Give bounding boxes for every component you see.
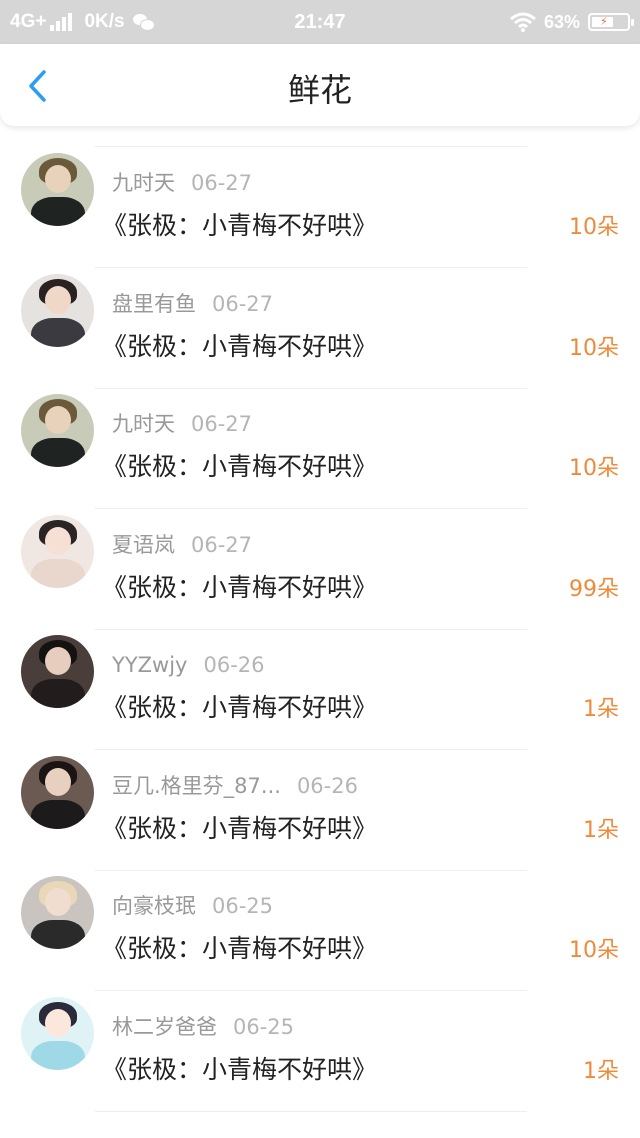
list-item[interactable]: 林二岁爸爸 06-25 《张极：小青梅不好哄》 1朵: [0, 970, 640, 1112]
flower-count: 10朵: [569, 938, 619, 963]
date-label: 06-27: [191, 171, 253, 195]
list-item[interactable]: 豆几.格里芬_87... 06-26 《张极：小青梅不好哄》 1朵: [0, 729, 640, 871]
username[interactable]: 向豪枝珉: [112, 894, 196, 918]
flower-count: 10朵: [569, 335, 619, 361]
user-line: YYZwjy 06-26: [112, 652, 265, 678]
username[interactable]: 夏语岚: [112, 533, 175, 557]
username[interactable]: 林二岁爸爸: [112, 1015, 217, 1039]
date-label: 06-26: [203, 653, 265, 677]
list-item[interactable]: 夏语岚 06-27 《张极：小青梅不好哄》 99朵: [0, 488, 640, 630]
date-label: 06-25: [233, 1014, 295, 1039]
avatar[interactable]: [21, 153, 94, 226]
book-title[interactable]: 《张极：小青梅不好哄》: [102, 934, 377, 964]
list-item[interactable]: YYZwjy 06-26 《张极：小青梅不好哄》 1朵: [0, 608, 640, 750]
flower-count: 1朵: [583, 1058, 619, 1084]
divider: [95, 1110, 527, 1112]
book-title[interactable]: 《张极：小青梅不好哄》: [102, 332, 377, 362]
user-line: 盘里有鱼 06-27: [112, 291, 273, 317]
book-title[interactable]: 《张极：小青梅不好哄》: [102, 452, 377, 482]
wifi-icon: [510, 12, 536, 32]
battery-icon: ⚡: [588, 13, 634, 31]
date-label: 06-26: [296, 773, 358, 798]
book-title[interactable]: 《张极：小青梅不好哄》: [102, 1055, 377, 1085]
book-title[interactable]: 《张极：小青梅不好哄》: [102, 573, 377, 603]
date-label: 06-27: [191, 412, 253, 436]
nav-bar: 鲜花: [0, 44, 640, 126]
avatar[interactable]: [21, 394, 94, 467]
username[interactable]: 豆几.格里芬_87...: [112, 774, 281, 798]
user-line: 夏语岚 06-27: [112, 532, 252, 558]
list-item[interactable]: 九时天 06-27 《张极：小青梅不好哄》 10朵: [0, 126, 640, 268]
avatar[interactable]: [21, 273, 94, 347]
book-title[interactable]: 《张极：小青梅不好哄》: [102, 693, 377, 723]
avatar[interactable]: [21, 876, 94, 949]
user-line: 向豪枝珉 06-25: [112, 893, 273, 919]
avatar[interactable]: [21, 514, 94, 588]
user-line: 豆几.格里芬_87... 06-26: [112, 773, 358, 799]
username[interactable]: 九时天: [112, 412, 175, 436]
user-line: 九时天 06-27: [112, 170, 252, 196]
avatar[interactable]: [21, 996, 94, 1070]
status-right: 63% ⚡: [510, 0, 634, 44]
flower-count: 1朵: [583, 817, 619, 843]
user-line: 林二岁爸爸 06-25: [112, 1014, 294, 1040]
flower-count: 10朵: [569, 456, 619, 481]
book-title[interactable]: 《张极：小青梅不好哄》: [102, 814, 377, 844]
username[interactable]: YYZwjy: [112, 653, 187, 677]
flower-count: 1朵: [583, 697, 619, 722]
status-bar: 4G+ 0K/s 21:47 63% ⚡: [0, 0, 640, 44]
avatar[interactable]: [21, 635, 94, 708]
username[interactable]: 九时天: [112, 171, 175, 195]
date-label: 06-27: [191, 532, 253, 557]
user-line: 九时天 06-27: [112, 411, 252, 437]
username[interactable]: 盘里有鱼: [112, 292, 196, 316]
list-item[interactable]: 盘里有鱼 06-27 《张极：小青梅不好哄》 10朵: [0, 247, 640, 389]
avatar[interactable]: [21, 755, 94, 829]
page-title: 鲜花: [287, 71, 352, 109]
date-label: 06-27: [212, 291, 274, 316]
flower-count: 99朵: [569, 576, 619, 602]
book-title[interactable]: 《张极：小青梅不好哄》: [102, 211, 377, 241]
battery-percent: 63%: [543, 11, 580, 32]
list-item[interactable]: 九时天 06-27 《张极：小青梅不好哄》 10朵: [0, 367, 640, 509]
list-item[interactable]: 向豪枝珉 06-25 《张极：小青梅不好哄》 10朵: [0, 849, 640, 991]
flower-count: 10朵: [569, 215, 619, 240]
date-label: 06-25: [212, 894, 274, 918]
